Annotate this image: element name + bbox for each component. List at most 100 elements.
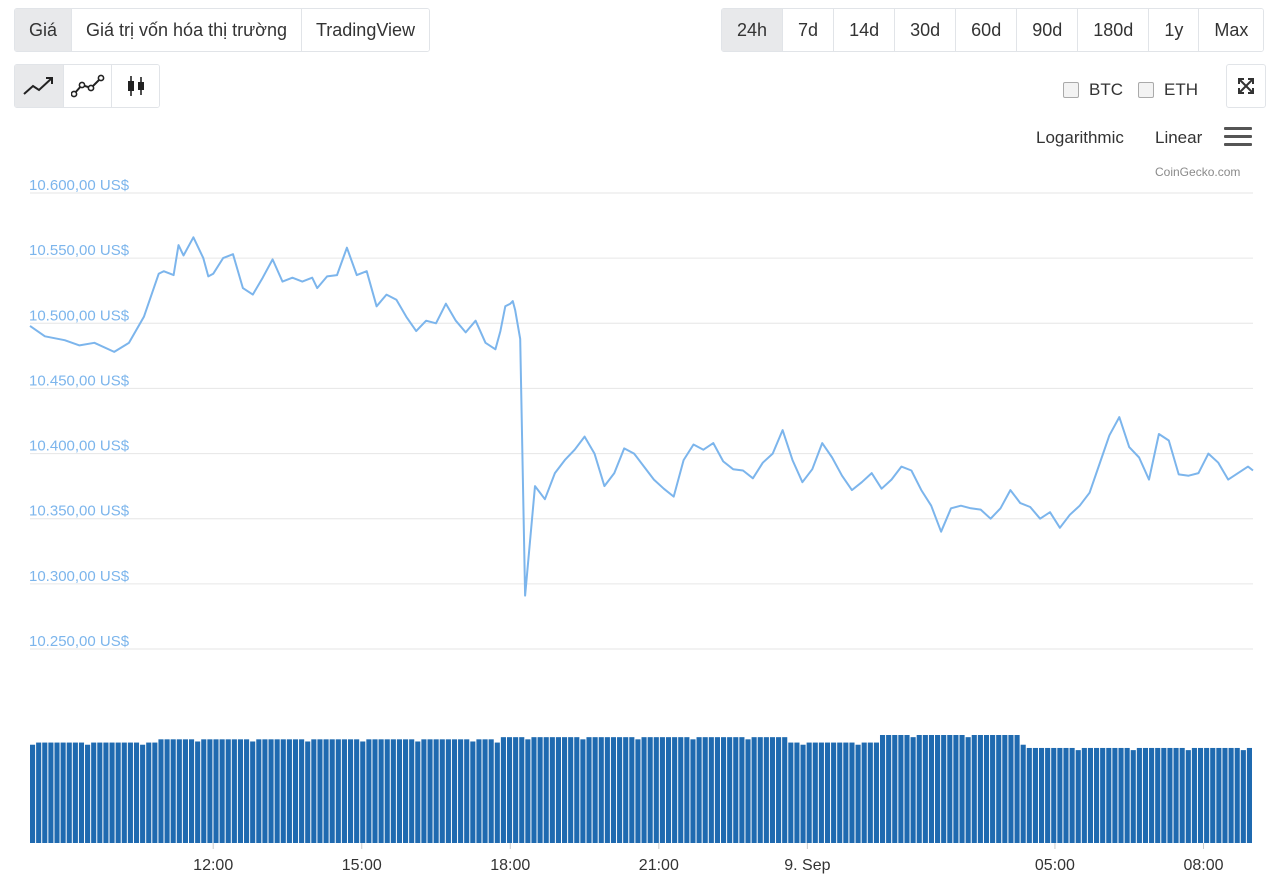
- volume-bar: [1002, 735, 1008, 843]
- volume-bar: [519, 737, 525, 843]
- volume-bar: [182, 739, 188, 843]
- volume-bar: [470, 741, 476, 843]
- volume-bar: [72, 742, 78, 843]
- volume-bar: [195, 741, 201, 843]
- volume-bar: [176, 739, 182, 843]
- volume-bar: [1014, 735, 1020, 843]
- volume-bar: [1246, 747, 1252, 843]
- volume-bar: [231, 739, 237, 843]
- volume-bar: [794, 742, 800, 843]
- volume-bar: [488, 739, 494, 843]
- volume-bar: [916, 735, 922, 843]
- volume-bar: [60, 742, 66, 843]
- x-tick-label: 12:00: [193, 857, 233, 874]
- price-chart: 10.600,00 US$ 10.550,00 US$ 10.500,00 US$ 1…: [29, 177, 1254, 874]
- volume-bar: [433, 739, 439, 843]
- volume-bar: [879, 735, 886, 843]
- volume-bar: [341, 739, 347, 843]
- volume-bar: [580, 739, 586, 843]
- volume-bar: [629, 737, 635, 843]
- volume-bar: [390, 739, 396, 843]
- volume-bar: [818, 742, 824, 843]
- volume-bar: [861, 742, 867, 843]
- volume-bar: [311, 739, 317, 843]
- volume-bar: [164, 739, 170, 843]
- volume-bar: [623, 737, 629, 843]
- volume-bar: [543, 737, 549, 843]
- volume-bar: [48, 742, 54, 843]
- volume-bar: [1008, 735, 1014, 843]
- volume-bar: [990, 735, 996, 843]
- volume-bar: [935, 735, 941, 843]
- volume-bar: [30, 744, 36, 843]
- volume-bar: [727, 737, 733, 843]
- volume-bar: [1240, 750, 1246, 843]
- volume-bar: [598, 737, 604, 843]
- volume-bar: [1228, 747, 1234, 843]
- volume-bar: [250, 741, 256, 843]
- volume-bar: [696, 737, 702, 843]
- x-tick-label: 21:00: [639, 857, 679, 874]
- volume-bar: [500, 737, 506, 843]
- volume-bar: [427, 739, 433, 843]
- volume-bar: [647, 737, 653, 843]
- volume-bar: [1057, 747, 1063, 843]
- volume-bar: [1069, 747, 1075, 843]
- volume-bar: [97, 742, 103, 843]
- price-series: [29, 236, 1254, 597]
- volume-bar: [1051, 747, 1057, 843]
- volume-bar: [445, 739, 451, 843]
- y-tick-label: 10.250,00 US$: [29, 633, 130, 650]
- volume-bar: [1234, 747, 1240, 843]
- volume-bar: [953, 735, 959, 843]
- volume-bar: [354, 739, 360, 843]
- volume-bar: [439, 739, 445, 843]
- y-tick-label: 10.550,00 US$: [29, 242, 130, 259]
- volume-bar: [494, 742, 500, 843]
- volume-bar: [1197, 747, 1204, 843]
- volume-bar: [421, 739, 427, 843]
- volume-bar: [941, 735, 947, 843]
- volume-bar: [366, 739, 372, 843]
- volume-bar: [347, 739, 354, 843]
- volume-bar: [42, 742, 48, 843]
- volume-bar: [922, 735, 928, 843]
- volume-bar: [782, 737, 788, 843]
- volume-bar: [476, 739, 482, 843]
- volume-bar: [947, 735, 953, 843]
- volume-bar: [702, 737, 708, 843]
- volume-bar: [562, 737, 568, 843]
- volume-bar: [1204, 747, 1210, 843]
- volume-bar: [996, 735, 1002, 843]
- volume-bar: [225, 739, 231, 843]
- volume-bar: [831, 742, 837, 843]
- volume-bar: [396, 739, 403, 843]
- volume-bar: [1149, 747, 1155, 843]
- volume-bar: [776, 737, 782, 843]
- volume-bar: [843, 742, 849, 843]
- volume-bar: [305, 741, 311, 843]
- volume-bar: [965, 737, 971, 843]
- volume-bar: [739, 737, 745, 843]
- volume-bar: [1045, 747, 1051, 843]
- volume-bar: [525, 739, 531, 843]
- volume-bar: [464, 739, 470, 843]
- volume-bar: [54, 742, 60, 843]
- volume-bar: [1130, 750, 1136, 843]
- volume-bar: [678, 737, 684, 843]
- volume-bar: [549, 737, 555, 843]
- volume-bar: [672, 737, 678, 843]
- volume-bar: [378, 739, 384, 843]
- volume-bar: [91, 742, 97, 843]
- volume-bar: [384, 739, 390, 843]
- volume-bar: [1020, 744, 1026, 843]
- volume-bar: [659, 737, 665, 843]
- volume-bar: [170, 739, 176, 843]
- volume-bar: [586, 737, 592, 843]
- volume-bar: [36, 742, 42, 843]
- volume-bar: [531, 737, 537, 843]
- volume-bar: [604, 737, 610, 843]
- volume-bar: [1124, 747, 1130, 843]
- volume-bar: [812, 742, 818, 843]
- volume-bar: [274, 739, 280, 843]
